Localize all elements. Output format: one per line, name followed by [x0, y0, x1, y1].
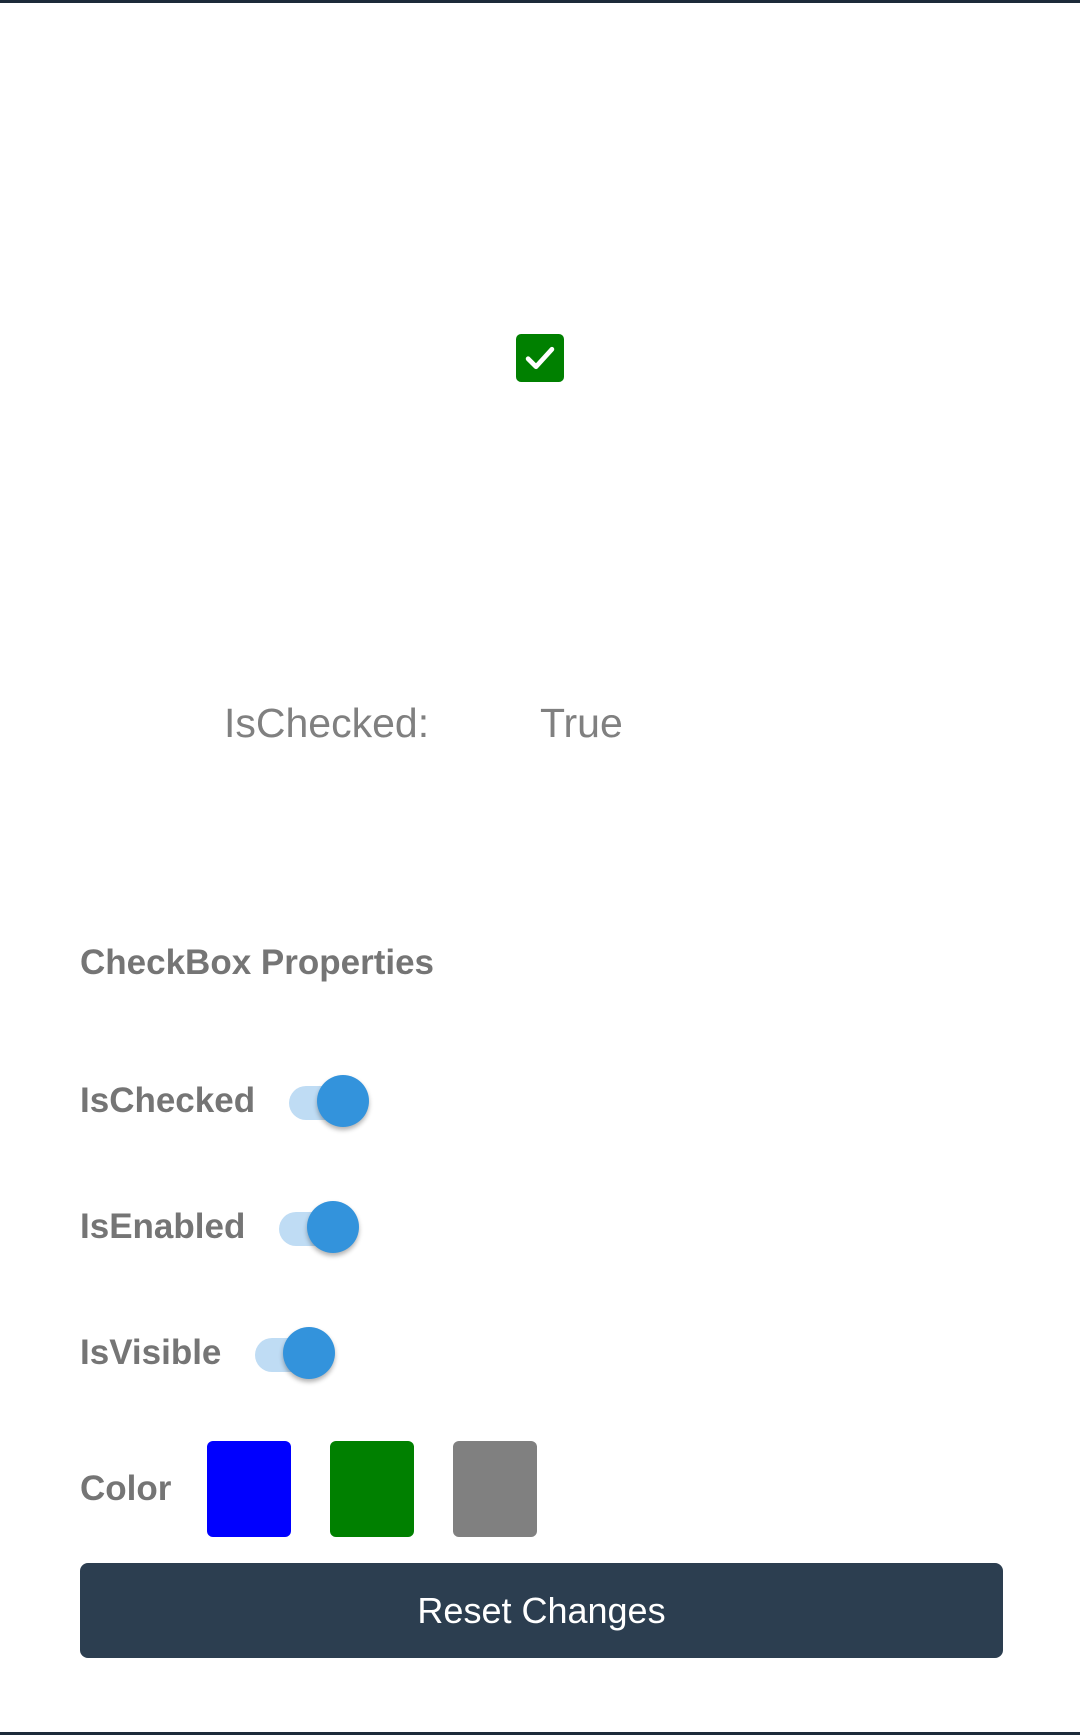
isvisible-label: IsVisible: [80, 1333, 222, 1372]
switch-thumb: [307, 1201, 360, 1253]
isvisible-row: IsVisible: [80, 1318, 337, 1388]
ischecked-label: IsChecked: [80, 1081, 256, 1120]
isvisible-switch[interactable]: [253, 1323, 337, 1383]
ischecked-row: IsChecked: [80, 1066, 371, 1136]
isenabled-row: IsEnabled: [80, 1192, 361, 1262]
demo-checkbox[interactable]: [516, 334, 564, 382]
color-swatch-blue[interactable]: [207, 1441, 291, 1537]
isenabled-switch[interactable]: [277, 1197, 361, 1257]
switch-thumb: [317, 1075, 370, 1127]
switch-thumb: [283, 1327, 336, 1379]
color-swatch-green[interactable]: [330, 1441, 414, 1537]
reset-changes-button[interactable]: Reset Changes: [80, 1563, 1003, 1658]
section-title: CheckBox Properties: [80, 943, 435, 982]
color-row: Color: [80, 1441, 576, 1537]
color-swatch-gray[interactable]: [453, 1441, 537, 1537]
checkmark-icon: [525, 346, 555, 370]
screen: IsChecked: True CheckBox Properties IsCh…: [0, 0, 1080, 1735]
isenabled-label: IsEnabled: [80, 1207, 246, 1246]
ischecked-readout-value: True: [540, 700, 623, 746]
ischecked-readout-label: IsChecked:: [224, 700, 430, 746]
color-label: Color: [80, 1469, 172, 1508]
ischecked-switch[interactable]: [287, 1071, 371, 1131]
